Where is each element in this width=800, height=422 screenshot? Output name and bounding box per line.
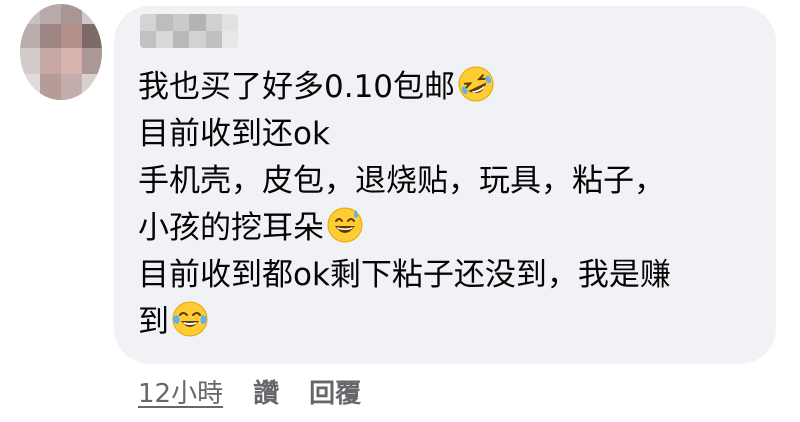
comment-line: 小孩的挖耳朵	[138, 205, 768, 252]
comment-line-text: 目前收到还ok	[138, 116, 330, 152]
comment-actions: 12小時讚回覆	[138, 374, 391, 414]
tears-of-joy-emoji-icon	[171, 300, 209, 338]
reply-button[interactable]: 回覆	[309, 379, 361, 409]
like-button[interactable]: 讚	[253, 379, 279, 409]
comment-line-text: 我也买了好多0.10包邮	[138, 69, 456, 105]
comment-line-text: 手机壳，皮包，退烧贴，玩具，粘子，	[138, 163, 665, 199]
comment-line-text: 到	[138, 304, 169, 340]
comment-line: 目前收到还ok	[138, 111, 768, 158]
comment-line-text: 小孩的挖耳朵	[138, 210, 324, 246]
comment-timestamp[interactable]: 12小時	[138, 379, 223, 409]
rolling-on-floor-laughing-emoji-icon	[457, 65, 495, 103]
grinning-sweat-emoji-icon	[326, 206, 364, 244]
comment-line: 手机壳，皮包，退烧贴，玩具，粘子，	[138, 158, 768, 205]
comment-line: 目前收到都ok剩下粘子还没到，我是赚	[138, 252, 768, 299]
comment-line: 我也买了好多0.10包邮	[138, 64, 768, 111]
comment-line-text: 目前收到都ok剩下粘子还没到，我是赚	[138, 257, 671, 293]
commenter-avatar[interactable]	[20, 4, 102, 100]
comment-line: 到	[138, 299, 768, 346]
author-name-blurred[interactable]	[140, 14, 238, 48]
comment-body: 我也买了好多0.10包邮 目前收到还ok 手机壳，皮包，退烧贴，玩具，粘子， 小…	[138, 64, 768, 346]
